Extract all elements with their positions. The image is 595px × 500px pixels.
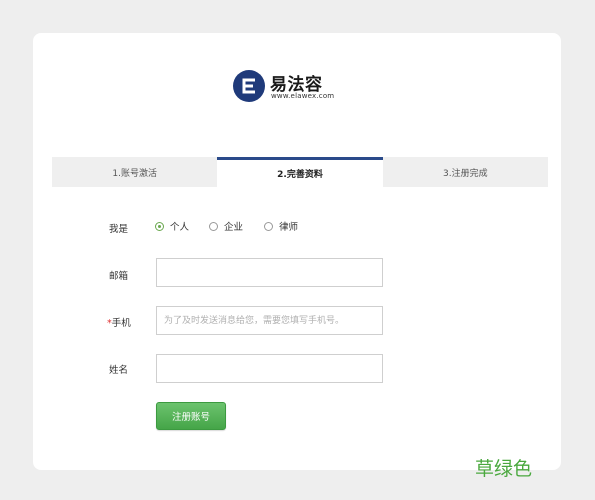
registration-card: 易法容 www.elawex.com 1.账号激活 2.完善资料 3.注册完成 … <box>33 33 561 470</box>
radio-enterprise[interactable]: 企业 <box>209 220 244 233</box>
step-account-activation: 1.账号激活 <box>52 157 218 187</box>
radio-individual-indicator[interactable] <box>155 221 164 231</box>
name-field[interactable] <box>156 354 383 383</box>
name-label: 姓名 <box>109 365 129 376</box>
brand-logo-icon <box>233 70 265 102</box>
step-complete-profile: 2.完善资料 <box>217 157 383 187</box>
phone-field[interactable] <box>156 306 383 335</box>
phone-label: 手机 <box>111 318 131 329</box>
radio-lawyer[interactable]: 律师 <box>264 220 299 233</box>
radio-enterprise-indicator[interactable] <box>209 221 218 231</box>
identity-label: 我是 <box>109 224 129 235</box>
radio-enterprise-label: 企业 <box>224 222 244 233</box>
radio-individual[interactable]: 个人 <box>155 220 190 233</box>
brand-url: www.elawex.com <box>271 92 335 100</box>
phone-label-row: *手机 <box>107 315 131 329</box>
email-field[interactable] <box>156 258 383 287</box>
radio-lawyer-label: 律师 <box>279 222 299 233</box>
step-progress: 1.账号激活 2.完善资料 3.注册完成 <box>52 157 548 187</box>
watermark-text: 草绿色 <box>475 458 533 480</box>
email-label: 邮箱 <box>109 271 129 282</box>
step-registration-complete: 3.注册完成 <box>382 157 548 187</box>
brand-logo: 易法容 www.elawex.com <box>233 70 353 104</box>
register-button[interactable]: 注册账号 <box>156 402 226 430</box>
radio-lawyer-indicator[interactable] <box>264 221 273 231</box>
radio-individual-label: 个人 <box>170 222 190 233</box>
